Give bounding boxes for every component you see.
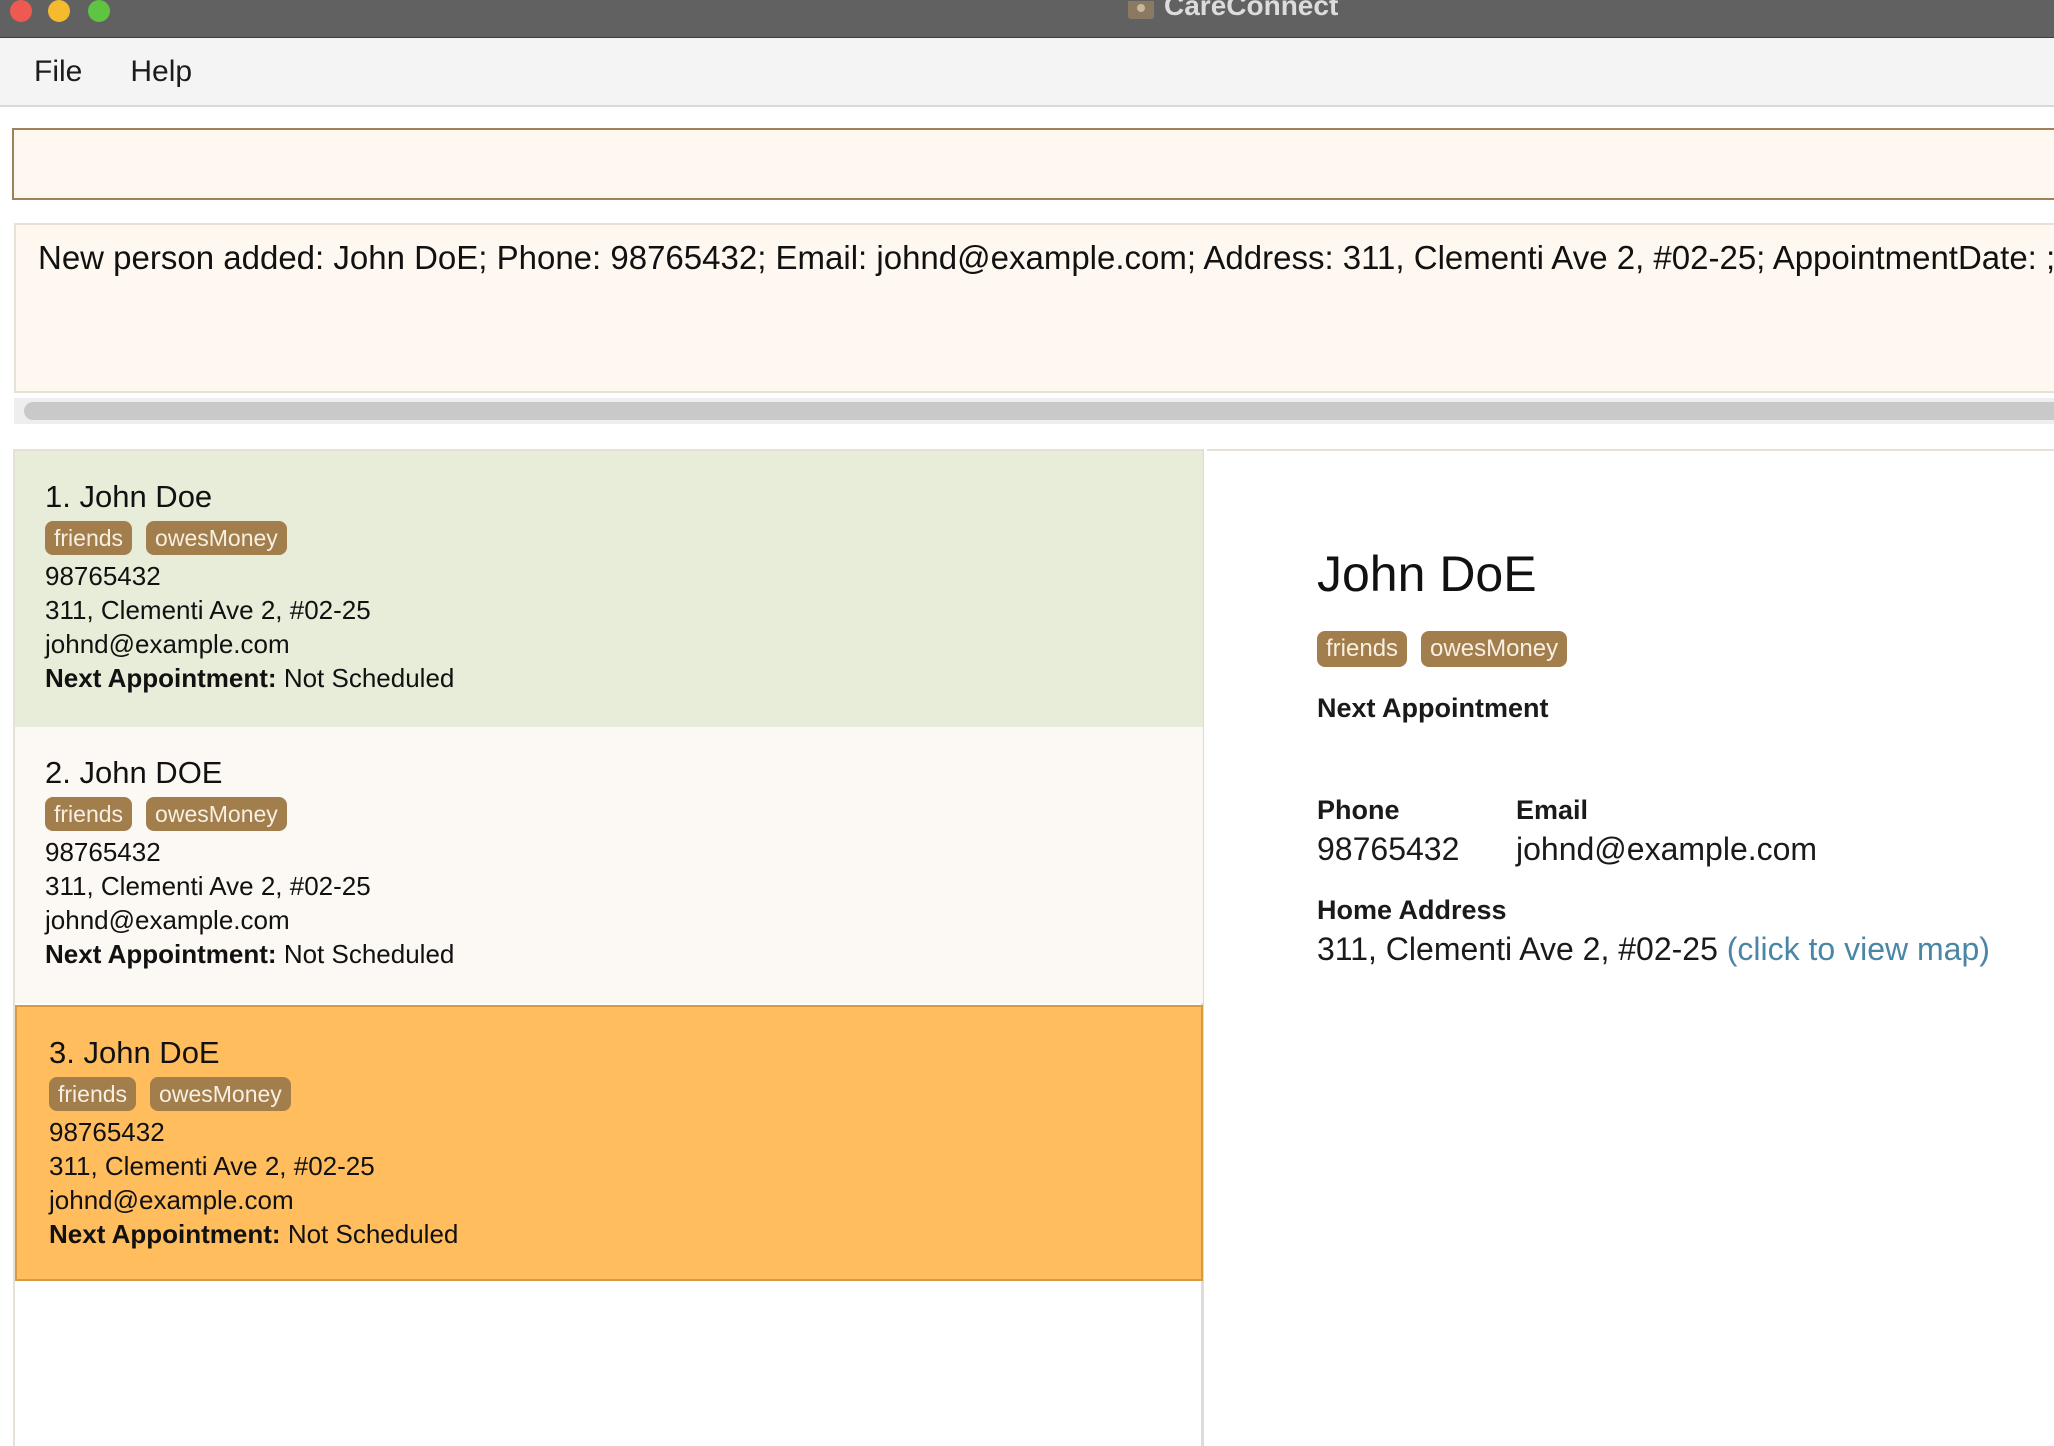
tag-badge: owesMoney bbox=[146, 797, 287, 831]
home-address-label: Home Address bbox=[1317, 895, 1507, 925]
detail-name: John DoE bbox=[1317, 546, 1537, 602]
title-bar: CareConnect bbox=[0, 0, 2054, 38]
person-name: 3. John DoE bbox=[49, 1035, 220, 1070]
result-message: New person added: John DoE; Phone: 98765… bbox=[38, 239, 2054, 276]
person-card[interactable]: 2. John DOE friends owesMoney 98765432 3… bbox=[15, 727, 1203, 1003]
tag-badge: friends bbox=[1317, 631, 1408, 667]
person-appointment: Next Appointment: Not Scheduled bbox=[45, 937, 1203, 971]
tag-badge: friends bbox=[49, 1077, 137, 1111]
person-name: 2. John DOE bbox=[45, 755, 223, 790]
result-scrollbar-thumb[interactable] bbox=[24, 402, 2054, 420]
menu-help[interactable]: Help bbox=[130, 55, 192, 89]
result-horizontal-scrollbar[interactable] bbox=[14, 398, 2054, 424]
next-appointment-label: Next Appointment bbox=[1317, 693, 1549, 723]
phone-value: 98765432 bbox=[1317, 831, 1460, 867]
maximize-window-button[interactable] bbox=[88, 0, 110, 22]
menu-bar: File Help bbox=[0, 38, 2054, 107]
person-address: 311, Clementi Ave 2, #02-25 bbox=[45, 595, 371, 625]
person-email: johnd@example.com bbox=[49, 1185, 294, 1215]
person-address: 311, Clementi Ave 2, #02-25 bbox=[45, 871, 371, 901]
minimize-window-button[interactable] bbox=[48, 0, 70, 22]
appointment-value: Not Scheduled bbox=[287, 1219, 459, 1249]
person-tags: friends owesMoney bbox=[49, 1077, 1201, 1111]
appointment-label: Next Appointment: bbox=[45, 663, 277, 693]
window-title: CareConnect bbox=[1164, 0, 1339, 21]
person-list: 1. John Doe friends owesMoney 98765432 3… bbox=[13, 449, 1204, 1446]
person-detail-panel: John DoE friends owesMoney Next Appointm… bbox=[1207, 449, 2054, 1446]
tag-badge: owesMoney bbox=[146, 521, 287, 555]
person-appointment: Next Appointment: Not Scheduled bbox=[49, 1217, 1201, 1251]
tag-badge: owesMoney bbox=[150, 1077, 291, 1111]
person-tags: friends owesMoney bbox=[45, 521, 1203, 555]
person-phone: 98765432 bbox=[49, 1117, 165, 1147]
person-card-selected[interactable]: 3. John DoE friends owesMoney 98765432 3… bbox=[15, 1005, 1203, 1281]
phone-label: Phone bbox=[1317, 795, 1400, 825]
person-email: johnd@example.com bbox=[45, 905, 290, 935]
tag-badge: owesMoney bbox=[1421, 631, 1568, 667]
result-display: New person added: John DoE; Phone: 98765… bbox=[14, 223, 2054, 393]
appointment-value: Not Scheduled bbox=[283, 663, 455, 693]
tag-badge: friends bbox=[45, 521, 133, 555]
appointment-value: Not Scheduled bbox=[283, 939, 455, 969]
email-value: johnd@example.com bbox=[1516, 831, 1818, 867]
view-map-link[interactable]: (click to view map) bbox=[1727, 931, 1990, 967]
person-card[interactable]: 1. John Doe friends owesMoney 98765432 3… bbox=[15, 451, 1203, 727]
person-address: 311, Clementi Ave 2, #02-25 bbox=[49, 1151, 375, 1181]
appointment-label: Next Appointment: bbox=[45, 939, 277, 969]
appointment-label: Next Appointment: bbox=[49, 1219, 281, 1249]
person-phone: 98765432 bbox=[45, 561, 161, 591]
command-input[interactable] bbox=[12, 128, 2054, 200]
home-address-line: 311, Clementi Ave 2, #02-25 (click to vi… bbox=[1317, 931, 1990, 968]
window-title-group: CareConnect bbox=[1128, 0, 1338, 20]
app-icon bbox=[1128, 1, 1154, 19]
person-name: 1. John Doe bbox=[45, 479, 213, 514]
close-window-button[interactable] bbox=[10, 0, 32, 22]
menu-file[interactable]: File bbox=[34, 55, 82, 89]
person-phone: 98765432 bbox=[45, 837, 161, 867]
home-address-value: 311, Clementi Ave 2, #02-25 bbox=[1317, 931, 1718, 967]
tag-badge: friends bbox=[45, 797, 133, 831]
detail-tags: friends owesMoney bbox=[1317, 631, 1568, 667]
person-email: johnd@example.com bbox=[45, 629, 290, 659]
person-tags: friends owesMoney bbox=[45, 797, 1203, 831]
email-label: Email bbox=[1516, 795, 1589, 825]
person-appointment: Next Appointment: Not Scheduled bbox=[45, 661, 1203, 695]
